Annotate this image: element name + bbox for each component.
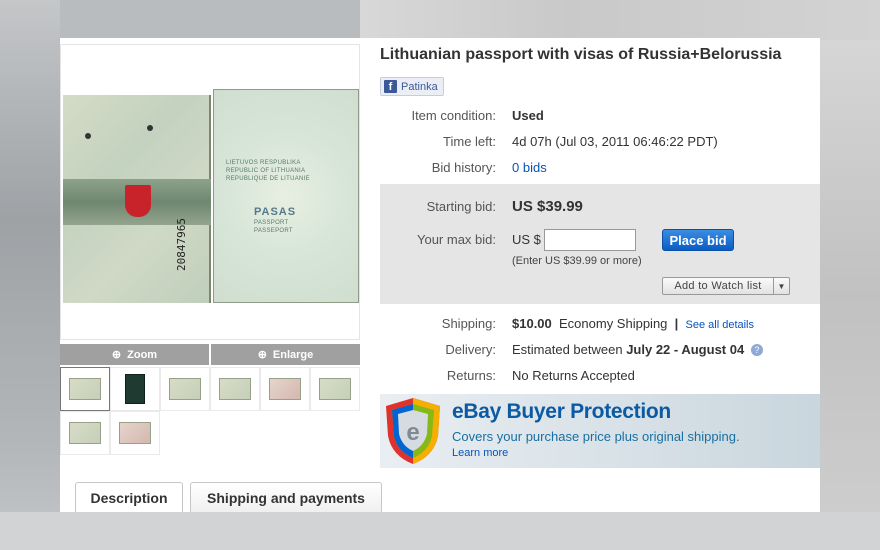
bid-panel: Starting bid: US $39.99 Your max bid: US… (380, 184, 820, 304)
thumbnail-6[interactable] (310, 367, 360, 411)
tab-shipping-and-payments[interactable]: Shipping and payments (190, 482, 382, 512)
chevron-down-icon[interactable]: ▼ (773, 278, 789, 294)
passport-text-line1: LIETUVOS RESPUBLIKA (226, 160, 301, 166)
max-bid-input[interactable] (544, 229, 636, 251)
facebook-icon: f (384, 80, 397, 93)
passport-text-en: PASSPORT (254, 220, 289, 226)
blurred-background-bottom (0, 512, 880, 550)
starting-bid-label: Starting bid: (426, 199, 496, 214)
magnifier-icon: ⊕ (257, 349, 267, 361)
see-all-details-link[interactable]: See all details (686, 319, 755, 331)
facebook-like-button[interactable]: f Patinka (380, 77, 444, 96)
tab-description[interactable]: Description (75, 482, 183, 512)
max-bid-label: Your max bid: (416, 232, 496, 247)
item-condition-label: Item condition: (411, 108, 496, 123)
passport-text-line3: REPUBLIQUE DE LITUANIE (226, 176, 310, 182)
blurred-background-left (0, 0, 60, 550)
starting-bid-value: US $39.99 (512, 198, 583, 215)
image-tools-bar: ⊕ Zoom ⊕ Enlarge (60, 344, 360, 365)
shipping-method: Economy Shipping (559, 316, 668, 331)
delivery-range: July 22 - August 04 (626, 342, 745, 357)
thumbnail-7[interactable] (60, 411, 110, 455)
thumbnail-grid (60, 367, 360, 455)
svg-text:e: e (406, 419, 419, 446)
learn-more-link[interactable]: Learn more (452, 447, 508, 459)
enlarge-label: Enlarge (272, 348, 314, 361)
passport-pasas-text: PASAS (254, 206, 297, 218)
crosshair-icon: ⊕ (111, 349, 122, 361)
bid-history-label: Bid history: (431, 160, 496, 175)
passport-left-page: 20847965 (63, 95, 211, 303)
time-left-label: Time left: (443, 134, 496, 149)
delivery-prefix: Estimated between (512, 342, 623, 357)
buyer-protection-title: eBay Buyer Protection (452, 400, 671, 423)
zoom-label: Zoom (127, 348, 158, 361)
blurred-background-top (360, 0, 880, 40)
bid-history-link[interactable]: 0 bids (512, 160, 547, 175)
thumbnail-1[interactable] (60, 367, 110, 411)
returns-value: No Returns Accepted (512, 368, 635, 383)
shipping-label: Shipping: (441, 316, 496, 331)
passport-right-page: LIETUVOS RESPUBLIKA REPUBLIC OF LITHUANI… (213, 89, 359, 303)
listing-title: Lithuanian passport with visas of Russia… (380, 46, 782, 63)
buyer-protection-banner: e eBay Buyer Protection Covers your purc… (380, 394, 820, 468)
item-condition-value: Used (512, 108, 544, 123)
enlarge-button[interactable]: ⊕ Enlarge (211, 344, 360, 365)
shield-icon: e (386, 398, 440, 464)
thumbnail-4[interactable] (210, 367, 260, 411)
delivery-label: Delivery: (445, 342, 496, 357)
watch-list-label: Add to Watch list (674, 280, 762, 292)
buyer-protection-subtitle: Covers your purchase price plus original… (452, 429, 740, 444)
bid-minimum-note: (Enter US $39.99 or more) (512, 255, 642, 267)
time-left-value: 4d 07h (Jul 03, 2011 06:46:22 PDT) (512, 134, 718, 149)
passport-text-fr: PASSEPORT (254, 228, 293, 234)
coat-of-arms-icon (125, 185, 151, 217)
add-to-watch-list-button[interactable]: Add to Watch list ▼ (662, 277, 790, 295)
thumbnail-5[interactable] (260, 367, 310, 411)
blurred-background-right (820, 40, 880, 550)
zoom-button[interactable]: ⊕ Zoom (60, 344, 209, 365)
currency-label: US $ (512, 232, 541, 247)
passport-text-line2: REPUBLIC OF LITHUANIA (226, 168, 306, 174)
shipping-separator: | (674, 316, 679, 331)
passport-image: 20847965 LIETUVOS RESPUBLIKA REPUBLIC OF… (63, 89, 359, 305)
place-bid-button[interactable]: Place bid (662, 229, 734, 251)
passport-number: 20847965 (175, 218, 188, 271)
help-icon[interactable]: ? (750, 344, 763, 356)
main-item-photo[interactable]: 20847965 LIETUVOS RESPUBLIKA REPUBLIC OF… (60, 44, 360, 340)
returns-label: Returns: (446, 368, 496, 383)
thumbnail-2[interactable] (110, 367, 160, 411)
listing-card: 20847965 LIETUVOS RESPUBLIKA REPUBLIC OF… (60, 38, 820, 512)
shipping-price: $10.00 (512, 316, 552, 331)
thumbnail-3[interactable] (160, 367, 210, 411)
like-label: Patinka (401, 80, 438, 93)
thumbnail-8[interactable] (110, 411, 160, 455)
